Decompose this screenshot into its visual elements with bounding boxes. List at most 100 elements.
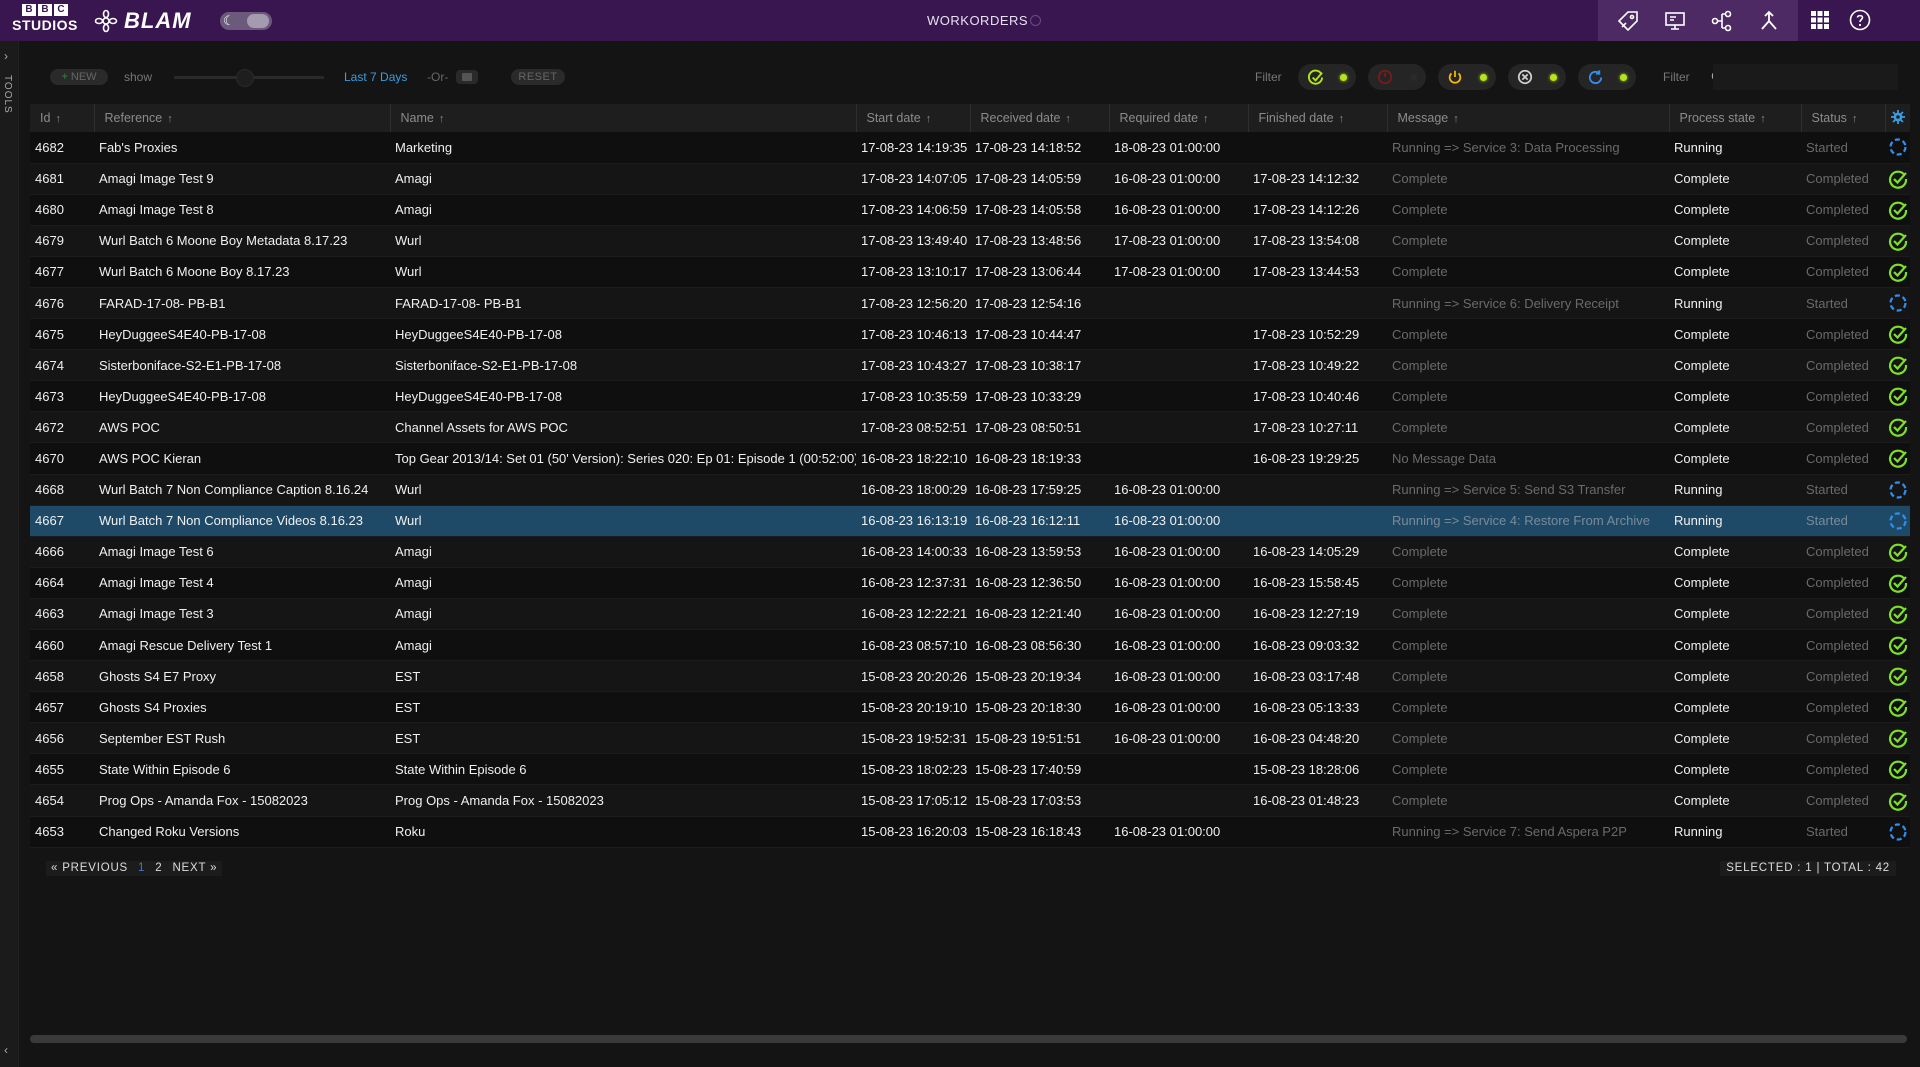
cell-status: Completed: [1801, 256, 1885, 288]
title-info-icon[interactable]: [1030, 15, 1041, 26]
column-settings-icon[interactable]: [1885, 104, 1910, 132]
table-body: 4682 Fab's Proxies Marketing 17-08-23 14:19…: [30, 132, 1910, 848]
horizontal-scrollbar[interactable]: [30, 1035, 1907, 1043]
column-header[interactable]: Received date ↑: [970, 104, 1110, 132]
cell-required-date: 17-08-23 01:00:00: [1109, 256, 1248, 288]
cell-name: Amagi: [390, 194, 856, 226]
bbc-studios-logo[interactable]: B B C STUDIOS: [10, 4, 80, 36]
slider-handle[interactable]: [236, 69, 254, 87]
cell-reference: September EST Rush: [94, 722, 390, 755]
check-icon: [1885, 629, 1910, 662]
table-row[interactable]: 4654 Prog Ops - Amanda Fox - 15082023 Prog…: [30, 784, 1910, 817]
chevron-left-icon[interactable]: ‹: [4, 1043, 8, 1057]
sort-arrow-icon[interactable]: ↑: [1852, 113, 1858, 125]
tag-edit-icon[interactable]: [1614, 7, 1642, 35]
table-row[interactable]: 4673 HeyDuggeeS4E40-PB-17-08 HeyDuggeeS4E4…: [30, 380, 1910, 413]
column-header[interactable]: Id ↑: [30, 104, 95, 132]
column-header[interactable]: Finished date ↑: [1248, 104, 1388, 132]
sort-arrow-icon[interactable]: ↑: [167, 113, 173, 125]
cancel-circle-icon: [1517, 69, 1533, 85]
cell-start-date: 16-08-23 16:13:19: [856, 505, 970, 537]
cell-name: State Within Episode 6: [390, 753, 856, 786]
toggle-indicator: [1340, 73, 1347, 81]
table-row[interactable]: 4682 Fab's Proxies Marketing 17-08-23 14:19…: [30, 132, 1910, 164]
table-row[interactable]: 4664 Amagi Image Test 4 Amagi 16-08-23 12:3…: [30, 567, 1910, 599]
cell-received-date: 17-08-23 13:48:56: [970, 225, 1109, 257]
cell-id: 4663: [30, 598, 94, 631]
cell-start-date: 17-08-23 12:56:20: [856, 287, 970, 320]
table-row[interactable]: 4653 Changed Roku Versions Roku 15-08-23 16…: [30, 816, 1910, 848]
apps-grid-icon[interactable]: [1806, 6, 1834, 34]
table-row[interactable]: 4655 State Within Episode 6 State Within E…: [30, 753, 1910, 786]
table-header-row: Id ↑ Reference ↑ Name ↑ Start date ↑ Received da…: [30, 104, 1910, 132]
sort-arrow-icon[interactable]: ↑: [1760, 113, 1766, 125]
column-header[interactable]: Message ↑: [1387, 104, 1670, 132]
column-header[interactable]: Process state ↑: [1669, 104, 1802, 132]
blam-logo[interactable]: BLAM: [94, 8, 192, 34]
cell-required-date: 16-08-23 01:00:00: [1109, 816, 1248, 848]
cell-id: 4674: [30, 349, 94, 382]
table-row[interactable]: 4668 Wurl Batch 7 Non Compliance Caption …: [30, 474, 1910, 506]
table-row[interactable]: 4656 September EST Rush EST 15-08-23 19:52:…: [30, 722, 1910, 755]
table-row[interactable]: 4660 Amagi Rescue Delivery Test 1 Amagi 16-…: [30, 629, 1910, 662]
column-header[interactable]: Required date ↑: [1109, 104, 1249, 132]
theme-toggle[interactable]: ☾: [220, 12, 272, 30]
table-row[interactable]: 4666 Amagi Image Test 6 Amagi 16-08-23 14:0…: [30, 536, 1910, 568]
sort-arrow-icon[interactable]: ↑: [1203, 113, 1209, 125]
calendar-toggle[interactable]: [456, 70, 478, 84]
table-row[interactable]: 4680 Amagi Image Test 8 Amagi 17-08-23 14:0…: [30, 194, 1910, 226]
table-row[interactable]: 4674 Sisterboniface-S2-E1-PB-17-08 Sisterb…: [30, 349, 1910, 382]
workflow-icon[interactable]: [1708, 7, 1736, 35]
table-row[interactable]: 4658 Ghosts S4 E7 Proxy EST 15-08-23 20:20:…: [30, 660, 1910, 693]
filter-bar: + NEW show Last 7 Days -Or- RESET Filter…: [30, 62, 1910, 92]
chevron-right-icon[interactable]: ›: [4, 49, 8, 63]
filter-completed-toggle[interactable]: [1298, 64, 1356, 90]
table-row[interactable]: 4657 Ghosts S4 Proxies EST 15-08-23 20:19:1…: [30, 691, 1910, 724]
page-link[interactable]: 1: [133, 861, 150, 876]
search-input[interactable]: [1713, 64, 1898, 90]
sort-arrow-icon[interactable]: ↑: [1453, 113, 1459, 125]
previous-page-button[interactable]: « PREVIOUS: [46, 861, 133, 876]
table-row[interactable]: 4670 AWS POC Kieran Top Gear 2013/14: Set …: [30, 442, 1910, 475]
filter-cancelled-toggle[interactable]: [1508, 64, 1566, 90]
filter-running-toggle[interactable]: [1578, 64, 1636, 90]
cell-id: 4654: [30, 784, 94, 817]
column-header[interactable]: Name ↑: [390, 104, 857, 132]
cell-start-date: 15-08-23 20:20:26: [856, 660, 970, 693]
filter-stopped-toggle[interactable]: [1368, 64, 1426, 90]
column-header[interactable]: Start date ↑: [856, 104, 971, 132]
cell-required-date: 16-08-23 01:00:00: [1109, 474, 1248, 506]
cell-id: 4676: [30, 287, 94, 320]
sort-arrow-icon[interactable]: ↑: [439, 113, 445, 125]
check-icon: [1885, 784, 1910, 817]
monitor-broadcast-icon[interactable]: [1661, 7, 1689, 35]
cell-finished-date: [1248, 287, 1387, 320]
tools-panel[interactable]: › TOOLS ‹: [0, 41, 19, 1067]
table-row[interactable]: 4663 Amagi Image Test 3 Amagi 16-08-23 12:2…: [30, 598, 1910, 631]
column-header-label: Message: [1397, 111, 1449, 125]
table-row[interactable]: 4667 Wurl Batch 7 Non Compliance Videos 8…: [30, 505, 1910, 537]
column-header[interactable]: Status ↑: [1801, 104, 1886, 132]
new-button[interactable]: + NEW: [50, 69, 108, 85]
table-row[interactable]: 4672 AWS POC Channel Assets for AWS POC 17…: [30, 411, 1910, 444]
next-page-button[interactable]: NEXT »: [167, 861, 222, 876]
cell-received-date: 16-08-23 12:36:50: [970, 567, 1109, 599]
plus-icon: +: [61, 71, 68, 83]
page-link[interactable]: 2: [150, 861, 167, 876]
sort-arrow-icon[interactable]: ↑: [1065, 113, 1071, 125]
split-icon[interactable]: [1755, 7, 1783, 35]
table-row[interactable]: 4675 HeyDuggeeS4E40-PB-17-08 HeyDuggeeS4E4…: [30, 318, 1910, 351]
filter-pending-toggle[interactable]: [1438, 64, 1496, 90]
table-row[interactable]: 4677 Wurl Batch 6 Moone Boy 8.17.23 Wurl 17…: [30, 256, 1910, 288]
column-header[interactable]: Reference ↑: [94, 104, 391, 132]
table-row[interactable]: 4681 Amagi Image Test 9 Amagi 17-08-23 14:0…: [30, 163, 1910, 195]
help-icon[interactable]: [1846, 6, 1874, 34]
table-row[interactable]: 4679 Wurl Batch 6 Moone Boy Metadata 8.17…: [30, 225, 1910, 257]
check-icon: [1885, 660, 1910, 693]
reset-button[interactable]: RESET: [511, 69, 565, 85]
sort-arrow-icon[interactable]: ↑: [1339, 113, 1345, 125]
table-row[interactable]: 4676 FARAD-17-08- PB-B1 FARAD-17-08- PB-B1…: [30, 287, 1910, 320]
sort-arrow-icon[interactable]: ↑: [55, 113, 61, 125]
cell-finished-date: 17-08-23 13:44:53: [1248, 256, 1387, 288]
sort-arrow-icon[interactable]: ↑: [926, 113, 932, 125]
